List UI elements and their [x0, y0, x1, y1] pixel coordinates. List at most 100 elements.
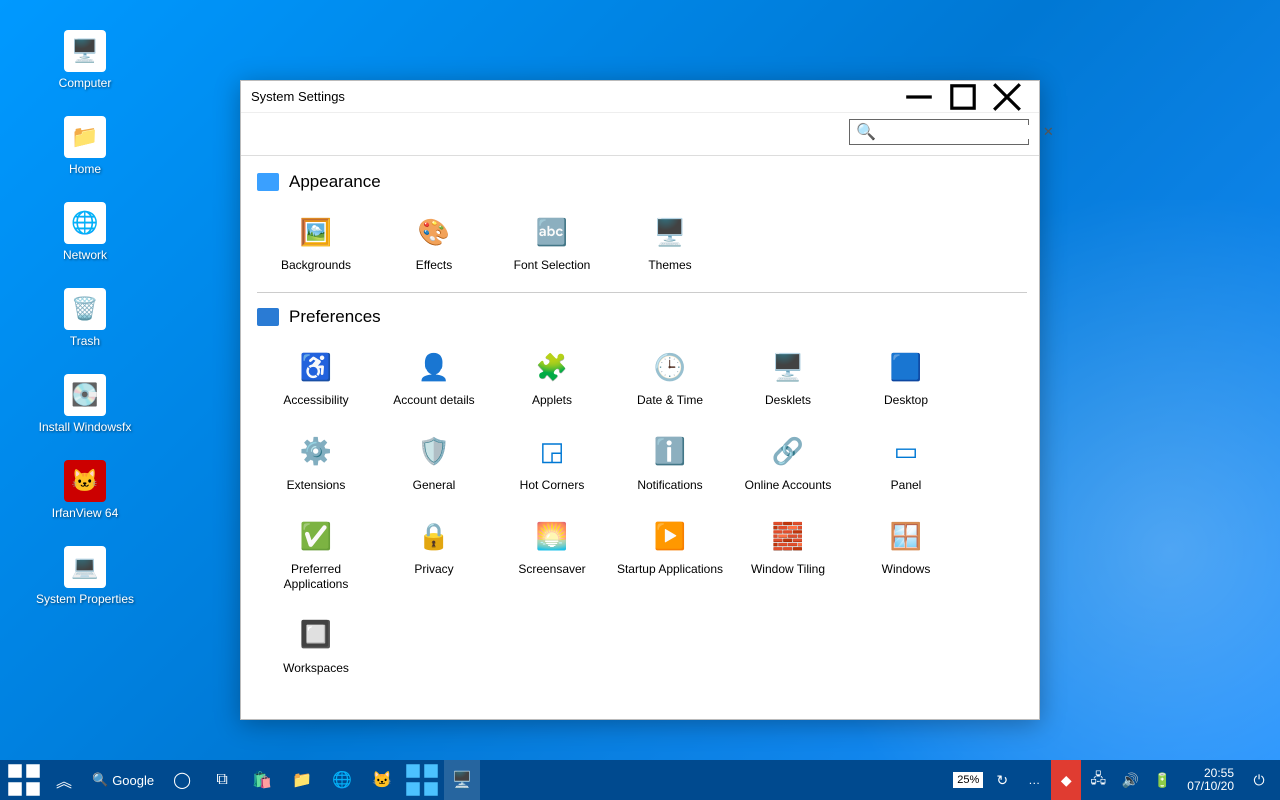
item-panel[interactable]: ▭Panel	[847, 422, 965, 506]
taskbar-left: ︽ 🔍 Google ◯ ⧉ 🛍️ 📁 🌐 🐱 🖥️	[6, 760, 480, 800]
close-button[interactable]	[985, 81, 1029, 113]
item-screensaver[interactable]: 🌅Screensaver	[493, 506, 611, 605]
item-online-accounts[interactable]: 🔗Online Accounts	[729, 422, 847, 506]
privacy-icon: 🔒	[414, 516, 454, 556]
tray-volume-icon[interactable]: 🔊	[1115, 760, 1145, 800]
preferences-section-icon	[257, 308, 279, 326]
desktop-icon-irfanview[interactable]: 🐱 IrfanView 64	[20, 460, 150, 520]
item-label: Effects	[416, 258, 452, 272]
tray-network-icon[interactable]: 🖧	[1083, 760, 1113, 800]
maximize-button[interactable]	[941, 81, 985, 113]
taskbar-app-store[interactable]: 🛍️	[244, 760, 280, 800]
search-icon: 🔍	[92, 772, 108, 788]
backgrounds-icon: 🖼️	[296, 212, 336, 252]
preferences-grid: ♿Accessibility 👤Account details 🧩Applets…	[257, 337, 1035, 689]
desktop-icon-home[interactable]: 📁 Home	[20, 116, 150, 176]
taskbar-search-label: Google	[112, 773, 154, 788]
item-date-time[interactable]: 🕒Date & Time	[611, 337, 729, 421]
irfanview-icon: 🐱	[372, 770, 392, 790]
desktop-icon-network[interactable]: 🌐 Network	[20, 202, 150, 262]
item-label: Preferred Applications	[261, 562, 371, 591]
taskbar-app-files[interactable]: 📁	[284, 760, 320, 800]
applets-icon: 🧩	[532, 347, 572, 387]
tray-anydesk-icon[interactable]: ◆	[1051, 760, 1081, 800]
item-desklets[interactable]: 🖥️Desklets	[729, 337, 847, 421]
item-privacy[interactable]: 🔒 Privacy	[375, 506, 493, 605]
section-title: Preferences	[289, 307, 381, 327]
section-divider	[257, 292, 1027, 293]
extensions-icon: ⚙️	[296, 432, 336, 472]
desktop-label: Home	[69, 162, 101, 176]
power-button[interactable]: ⏻	[1244, 760, 1274, 800]
item-extensions[interactable]: ⚙️Extensions	[257, 422, 375, 506]
workspaces-icon: 🔲	[296, 615, 336, 655]
item-preferred-applications[interactable]: ✅Preferred Applications	[257, 506, 375, 605]
item-notifications[interactable]: ℹ️Notifications	[611, 422, 729, 506]
general-icon: 🛡️	[414, 432, 454, 472]
battery-percent[interactable]: 25%	[953, 772, 983, 788]
show-desktop-button[interactable]: ︽	[46, 760, 82, 800]
taskbar-clock[interactable]: 20:55 07/10/20	[1179, 767, 1242, 793]
section-title: Appearance	[289, 172, 381, 192]
start-button[interactable]	[6, 760, 42, 800]
startup-apps-icon: ▶️	[650, 516, 690, 556]
settings-icon: 🖥️	[452, 770, 472, 790]
tray-battery-icon[interactable]: 🔋	[1147, 760, 1177, 800]
item-applets[interactable]: 🧩Applets	[493, 337, 611, 421]
item-themes[interactable]: 🖥️Themes	[611, 202, 729, 286]
item-window-tiling[interactable]: 🧱Window Tiling	[729, 506, 847, 605]
accessibility-icon: ♿	[296, 347, 336, 387]
tray-update-icon[interactable]: ↻	[987, 760, 1017, 800]
item-general[interactable]: 🛡️General	[375, 422, 493, 506]
appearance-section-icon	[257, 173, 279, 191]
clear-search-button[interactable]: ✕	[1043, 124, 1054, 140]
item-label: Windows	[882, 562, 931, 576]
desktop-icon: 🟦	[886, 347, 926, 387]
desktop-icon-install-windowsfx[interactable]: 💽 Install Windowsfx	[20, 374, 150, 434]
item-desktop[interactable]: 🟦 Desktop	[847, 337, 965, 421]
item-label: Desktop	[884, 393, 928, 407]
desktop-label: Trash	[70, 334, 100, 348]
item-effects[interactable]: 🎨 Effects	[375, 202, 493, 286]
item-label: Themes	[648, 258, 691, 272]
item-backgrounds[interactable]: 🖼️Backgrounds	[257, 202, 375, 286]
taskbar-app-windowsfx[interactable]	[404, 760, 440, 800]
taskbar-app-irfanview[interactable]: 🐱	[364, 760, 400, 800]
search-box[interactable]: 🔍 ✕	[849, 119, 1029, 145]
desklets-icon: 🖥️	[768, 347, 808, 387]
item-accessibility[interactable]: ♿Accessibility	[257, 337, 375, 421]
effects-icon: 🎨	[414, 212, 454, 252]
window-title: System Settings	[251, 89, 897, 104]
font-icon: 🔤	[532, 212, 572, 252]
taskbar-app-system-settings[interactable]: 🖥️	[444, 760, 480, 800]
taskbar-search[interactable]: 🔍 Google	[86, 772, 160, 788]
task-view-icon: ⧉	[216, 771, 227, 789]
desktop-icon-trash[interactable]: 🗑️ Trash	[20, 288, 150, 348]
item-font-selection[interactable]: 🔤Font Selection	[493, 202, 611, 286]
window-body[interactable]: Appearance 🖼️Backgrounds 🎨 Effects 🔤Font …	[241, 156, 1039, 719]
desktop-icon-system-properties[interactable]: 💻 System Properties	[20, 546, 150, 606]
item-label: Privacy	[414, 562, 453, 576]
item-hot-corners[interactable]: ◲Hot Corners	[493, 422, 611, 506]
item-label: Date & Time	[637, 393, 703, 407]
taskbar-app-chrome[interactable]: 🌐	[324, 760, 360, 800]
cortana-button[interactable]: ◯	[164, 760, 200, 800]
panel-icon: ▭	[886, 432, 926, 472]
desktop-icon-computer[interactable]: 🖥️ Computer	[20, 30, 150, 90]
desktop-label: Network	[63, 248, 107, 262]
item-windows[interactable]: 🪟Windows	[847, 506, 965, 605]
disk-icon: 💽	[64, 374, 106, 416]
tray-overflow-icon[interactable]: …	[1019, 760, 1049, 800]
task-view-button[interactable]: ⧉	[204, 760, 240, 800]
store-icon: 🛍️	[252, 770, 272, 790]
item-workspaces[interactable]: 🔲Workspaces	[257, 605, 375, 689]
chrome-icon: 🌐	[332, 770, 352, 790]
item-label: Account details	[393, 393, 474, 407]
item-account-details[interactable]: 👤Account details	[375, 337, 493, 421]
folder-icon: 📁	[292, 770, 312, 790]
titlebar[interactable]: System Settings	[241, 81, 1039, 113]
search-input[interactable]	[882, 125, 1037, 139]
item-startup-applications[interactable]: ▶️Startup Applications	[611, 506, 729, 605]
item-label: Hot Corners	[520, 478, 585, 492]
minimize-button[interactable]	[897, 81, 941, 113]
